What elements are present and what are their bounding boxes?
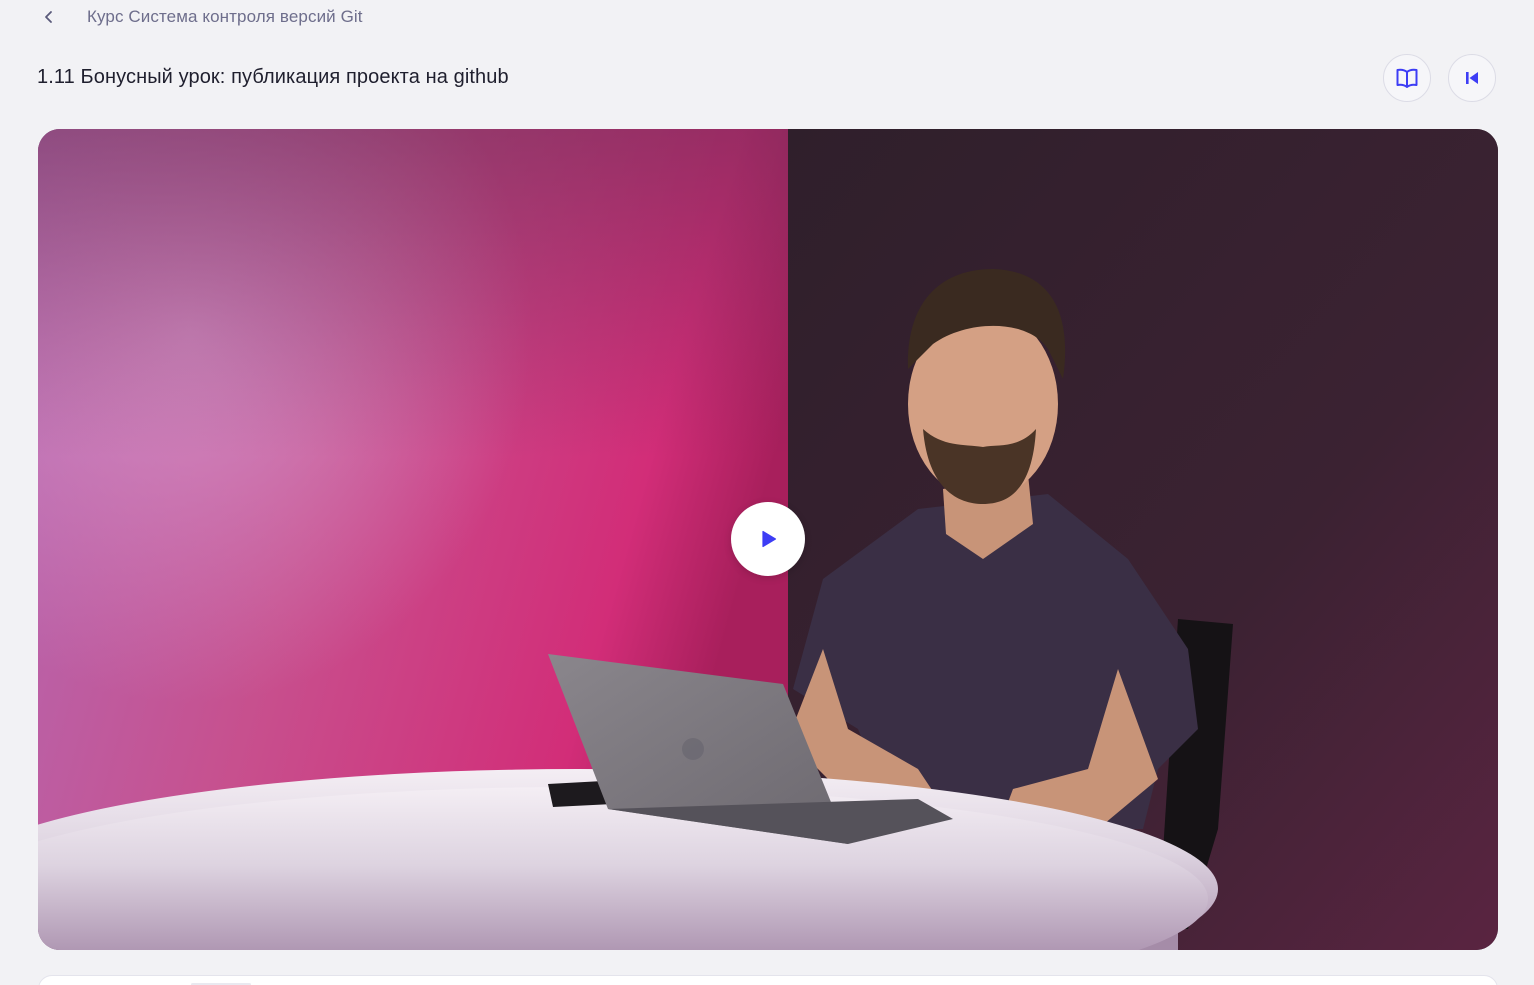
video-player[interactable] — [38, 129, 1498, 950]
breadcrumb: Курс Система контроля версий Git — [36, 4, 363, 30]
book-open-icon — [1396, 68, 1418, 88]
lesson-page: Курс Система контроля версий Git 1.11 Бо… — [0, 0, 1534, 985]
previous-lesson-button[interactable] — [1448, 54, 1496, 102]
play-button[interactable] — [731, 502, 805, 576]
back-button[interactable] — [36, 4, 62, 30]
skip-back-icon — [1466, 72, 1478, 84]
lesson-text-button[interactable] — [1383, 54, 1431, 102]
page-title: 1.11 Бонусный урок: публикация проекта н… — [37, 66, 509, 88]
course-link[interactable]: Курс Система контроля версий Git — [87, 7, 363, 27]
chevron-left-icon — [45, 11, 52, 23]
play-icon — [762, 530, 777, 548]
lesson-content-card — [38, 975, 1498, 985]
